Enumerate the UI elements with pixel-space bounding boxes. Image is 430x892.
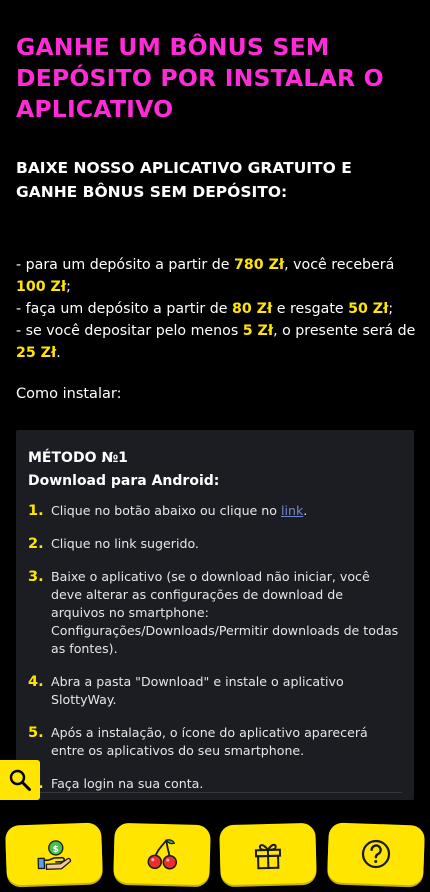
nav-help-button[interactable] xyxy=(326,822,426,886)
search-icon xyxy=(9,769,31,791)
nav-gifts-button[interactable] xyxy=(219,822,317,886)
bonus-text: - se você depositar pelo menos xyxy=(16,323,243,339)
step-number: 5. xyxy=(28,725,44,741)
search-button[interactable] xyxy=(0,760,40,800)
bonus-text: e resgate xyxy=(272,301,349,317)
method-title: MÉTODO №1 xyxy=(28,450,128,466)
step-text: Faça login na sua conta. xyxy=(51,776,204,791)
bonus-text: , o presente será de xyxy=(273,323,416,339)
subtitle: BAIXE NOSSO APLICATIVO GRATUITO E GANHE … xyxy=(16,159,352,201)
bonus-text: , você receberá xyxy=(284,257,395,273)
download-link[interactable]: link xyxy=(281,503,303,518)
bottom-nav: $ xyxy=(0,818,430,892)
bonus-amount: 100 Zł xyxy=(16,279,67,295)
install-step: 3. Baixe o aplicativo (se o download não… xyxy=(28,568,400,658)
page-title: GANHE UM BÔNUS SEM DEPÓSITO POR INSTALAR… xyxy=(16,33,384,123)
bonus-text: ; xyxy=(388,301,394,317)
card-divider xyxy=(28,792,402,793)
step-text-part: . xyxy=(303,503,308,518)
bonus-text: . xyxy=(56,345,61,361)
step-text: Após a instalação, o ícone do aplicativo… xyxy=(51,725,368,758)
step-number: 4. xyxy=(28,674,44,690)
step-text: Baixe o aplicativo (se o download não in… xyxy=(51,569,399,656)
step-text: Abra a pasta "Download" e instale o apli… xyxy=(51,674,344,707)
step-number: 1. xyxy=(28,503,44,519)
install-step: 5. Após a instalação, o ícone do aplicat… xyxy=(28,724,400,760)
bonus-amount: 25 Zł xyxy=(16,345,57,361)
step-text: Clique no link sugerido. xyxy=(51,536,199,551)
money-hand-icon: $ xyxy=(37,840,72,870)
bonus-amount: 780 Zł xyxy=(234,257,285,273)
method-subtitle: Download para Android: xyxy=(28,473,220,489)
bonus-text: - faça um depósito a partir de xyxy=(16,301,232,317)
nav-deposit-button[interactable]: $ xyxy=(4,822,104,886)
bonus-amount: 50 Zł xyxy=(348,301,389,317)
install-steps: 1. Clique no botão abaixo ou clique no l… xyxy=(28,502,400,808)
step-number: 2. xyxy=(28,536,44,552)
step-number: 3. xyxy=(28,569,44,585)
cherry-icon xyxy=(147,839,178,870)
install-step: 1. Clique no botão abaixo ou clique no l… xyxy=(28,502,400,520)
install-step: 6. Faça login na sua conta. xyxy=(28,775,400,793)
bonus-conditions: - para um depósito a partir de 780 Zł, v… xyxy=(16,254,418,364)
bonus-amount: 80 Zł xyxy=(231,301,273,317)
question-icon xyxy=(361,839,391,869)
bonus-text: ; xyxy=(66,279,71,295)
how-to-install-label: Como instalar: xyxy=(16,386,122,402)
install-step: 4. Abra a pasta "Download" e instale o a… xyxy=(28,673,400,709)
bonus-text: - para um depósito a partir de xyxy=(16,257,235,273)
svg-text:$: $ xyxy=(53,845,60,855)
step-text: Clique no botão abaixo ou clique no link… xyxy=(51,502,307,520)
install-method-card: MÉTODO №1 Download para Android: 1. Cliq… xyxy=(16,430,414,800)
nav-slots-button[interactable] xyxy=(113,822,211,886)
step-text-part: Clique no botão abaixo ou clique no xyxy=(51,503,282,518)
gift-icon xyxy=(254,843,282,870)
install-step: 2. Clique no link sugerido. xyxy=(28,535,400,553)
bonus-amount: 5 Zł xyxy=(242,323,274,339)
